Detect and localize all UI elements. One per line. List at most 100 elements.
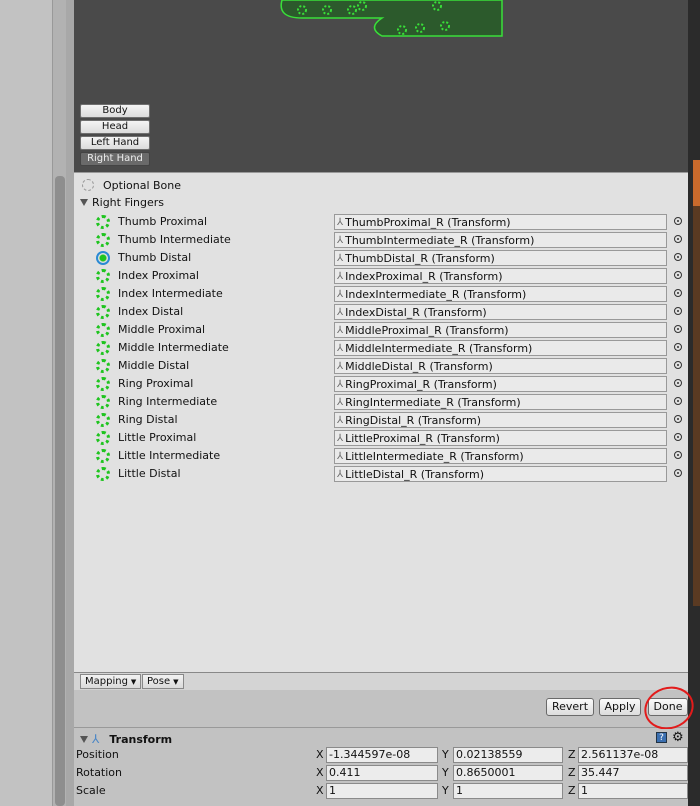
transform-icon: ⅄ <box>337 432 344 444</box>
object-picker-icon[interactable] <box>674 307 682 315</box>
object-picker-icon[interactable] <box>674 361 682 369</box>
bone-status-icon[interactable] <box>96 467 110 481</box>
transform-object-field[interactable]: ⅄ IndexDistal_R (Transform) <box>334 304 667 320</box>
axis-x-label[interactable]: X <box>316 784 324 797</box>
transform-object-field[interactable]: ⅄ MiddleProximal_R (Transform) <box>334 322 667 338</box>
axis-y-label[interactable]: Y <box>442 748 449 761</box>
scrollbar-thumb[interactable] <box>55 176 65 806</box>
bone-row: Thumb Proximal ⅄ ThumbProximal_R (Transfo… <box>74 213 688 231</box>
bone-status-icon[interactable] <box>96 233 110 247</box>
transform-object-field[interactable]: ⅄ LittleIntermediate_R (Transform) <box>334 448 667 464</box>
transform-object-field[interactable]: ⅄ ThumbDistal_R (Transform) <box>334 250 667 266</box>
object-picker-icon[interactable] <box>674 433 682 441</box>
bone-status-icon[interactable] <box>96 305 110 319</box>
transform-icon: ⅄ <box>337 324 344 336</box>
bone-status-icon[interactable] <box>96 413 110 427</box>
transform-object-field[interactable]: ⅄ ThumbIntermediate_R (Transform) <box>334 232 667 248</box>
axis-x-label[interactable]: X <box>316 766 324 779</box>
component-title: Transform <box>109 732 173 746</box>
right-fingers-foldout[interactable]: Right Fingers <box>80 196 164 209</box>
object-picker-icon[interactable] <box>674 289 682 297</box>
transform-object-field[interactable]: ⅄ MiddleIntermediate_R (Transform) <box>334 340 667 356</box>
bone-status-icon[interactable] <box>96 215 110 229</box>
bone-mapping-panel: Optional Bone Right Fingers Thumb Proxim… <box>74 172 688 672</box>
bone-label: Index Distal <box>118 305 184 318</box>
object-picker-icon[interactable] <box>674 271 682 279</box>
body-part-body-button[interactable]: Body <box>80 104 150 118</box>
revert-button[interactable]: Revert <box>546 698 594 716</box>
bone-row: Little Proximal ⅄ LittleProximal_R (Trans… <box>74 429 688 447</box>
object-picker-icon[interactable] <box>674 325 682 333</box>
transform-object-field[interactable]: ⅄ LittleProximal_R (Transform) <box>334 430 667 446</box>
object-picker-icon[interactable] <box>674 397 682 405</box>
transform-icon: ⅄ <box>337 342 344 354</box>
position-x-field[interactable]: -1.344597e-08 <box>326 747 438 763</box>
object-picker-icon[interactable] <box>674 235 682 243</box>
bone-row: Index Distal ⅄ IndexDistal_R (Transform) <box>74 303 688 321</box>
gear-icon[interactable]: ⚙ <box>672 730 684 745</box>
body-part-left-hand-button[interactable]: Left Hand <box>80 136 150 150</box>
axis-z-label[interactable]: Z <box>568 784 576 797</box>
bone-status-icon[interactable] <box>96 449 110 463</box>
axis-y-label[interactable]: Y <box>442 766 449 779</box>
rotation-z-field[interactable]: 35.447 <box>578 765 688 781</box>
bone-row: Index Intermediate ⅄ IndexIntermediate_R … <box>74 285 688 303</box>
bone-status-icon[interactable] <box>96 341 110 355</box>
pose-dropdown[interactable]: Pose ▼ <box>142 674 184 689</box>
axis-y-label[interactable]: Y <box>442 784 449 797</box>
bone-label: Ring Intermediate <box>118 395 218 408</box>
bone-label: Ring Distal <box>118 413 178 426</box>
done-button[interactable]: Done <box>648 698 688 716</box>
rotation-y-field[interactable]: 0.8650001 <box>453 765 563 781</box>
mapping-dropdown[interactable]: Mapping ▼ <box>80 674 142 689</box>
transform-object-field[interactable]: ⅄ RingProximal_R (Transform) <box>334 376 667 392</box>
bone-label: Ring Proximal <box>118 377 194 390</box>
bone-status-icon[interactable] <box>96 431 110 445</box>
transform-icon: ⅄ <box>337 450 344 462</box>
scale-x-field[interactable]: 1 <box>326 783 438 799</box>
transform-object-field[interactable]: ⅄ LittleDistal_R (Transform) <box>334 466 667 482</box>
axis-z-label[interactable]: Z <box>568 748 576 761</box>
vertical-scrollbar[interactable] <box>52 0 66 806</box>
transform-object-field[interactable]: ⅄ IndexIntermediate_R (Transform) <box>334 286 667 302</box>
object-picker-icon[interactable] <box>674 379 682 387</box>
transform-object-field[interactable]: ⅄ ThumbProximal_R (Transform) <box>334 214 667 230</box>
bone-status-icon[interactable] <box>96 377 110 391</box>
transform-object-field[interactable]: ⅄ RingIntermediate_R (Transform) <box>334 394 667 410</box>
bone-status-icon-selected[interactable] <box>96 251 110 265</box>
transform-object-field[interactable]: ⅄ IndexProximal_R (Transform) <box>334 268 667 284</box>
bone-row: Middle Proximal ⅄ MiddleProximal_R (Trans… <box>74 321 688 339</box>
bone-label: Middle Distal <box>118 359 190 372</box>
body-part-right-hand-button[interactable]: Right Hand <box>80 152 150 166</box>
body-part-head-button[interactable]: Head <box>80 120 150 134</box>
transform-object-field[interactable]: ⅄ MiddleDistal_R (Transform) <box>334 358 667 374</box>
help-icon[interactable]: ? <box>656 732 667 743</box>
bone-status-icon[interactable] <box>96 269 110 283</box>
bone-status-icon[interactable] <box>96 359 110 373</box>
transform-object-field[interactable]: ⅄ RingDistal_R (Transform) <box>334 412 667 428</box>
position-y-field[interactable]: 0.02138559 <box>453 747 563 763</box>
bone-status-icon[interactable] <box>96 287 110 301</box>
object-picker-icon[interactable] <box>674 343 682 351</box>
object-picker-icon[interactable] <box>674 217 682 225</box>
object-picker-icon[interactable] <box>674 415 682 423</box>
foldout-arrow-icon[interactable] <box>80 199 88 206</box>
optional-bone-legend: Optional Bone <box>82 177 181 193</box>
transform-header[interactable]: ⅄ Transform <box>80 732 172 746</box>
scale-z-field[interactable]: 1 <box>578 783 688 799</box>
apply-button[interactable]: Apply <box>599 698 641 716</box>
rotation-x-field[interactable]: 0.411 <box>326 765 438 781</box>
axis-x-label[interactable]: X <box>316 748 324 761</box>
bone-row: Thumb Distal ⅄ ThumbDistal_R (Transform) <box>74 249 688 267</box>
object-picker-icon[interactable] <box>674 469 682 477</box>
foldout-arrow-icon[interactable] <box>80 735 88 743</box>
object-picker-icon[interactable] <box>674 253 682 261</box>
bone-status-icon[interactable] <box>96 323 110 337</box>
position-z-field[interactable]: 2.561137e-08 <box>578 747 688 763</box>
bone-row: Middle Distal ⅄ MiddleDistal_R (Transform… <box>74 357 688 375</box>
scale-y-field[interactable]: 1 <box>453 783 563 799</box>
bone-status-icon[interactable] <box>96 395 110 409</box>
axis-z-label[interactable]: Z <box>568 766 576 779</box>
bone-row: Ring Distal ⅄ RingDistal_R (Transform) <box>74 411 688 429</box>
object-picker-icon[interactable] <box>674 451 682 459</box>
